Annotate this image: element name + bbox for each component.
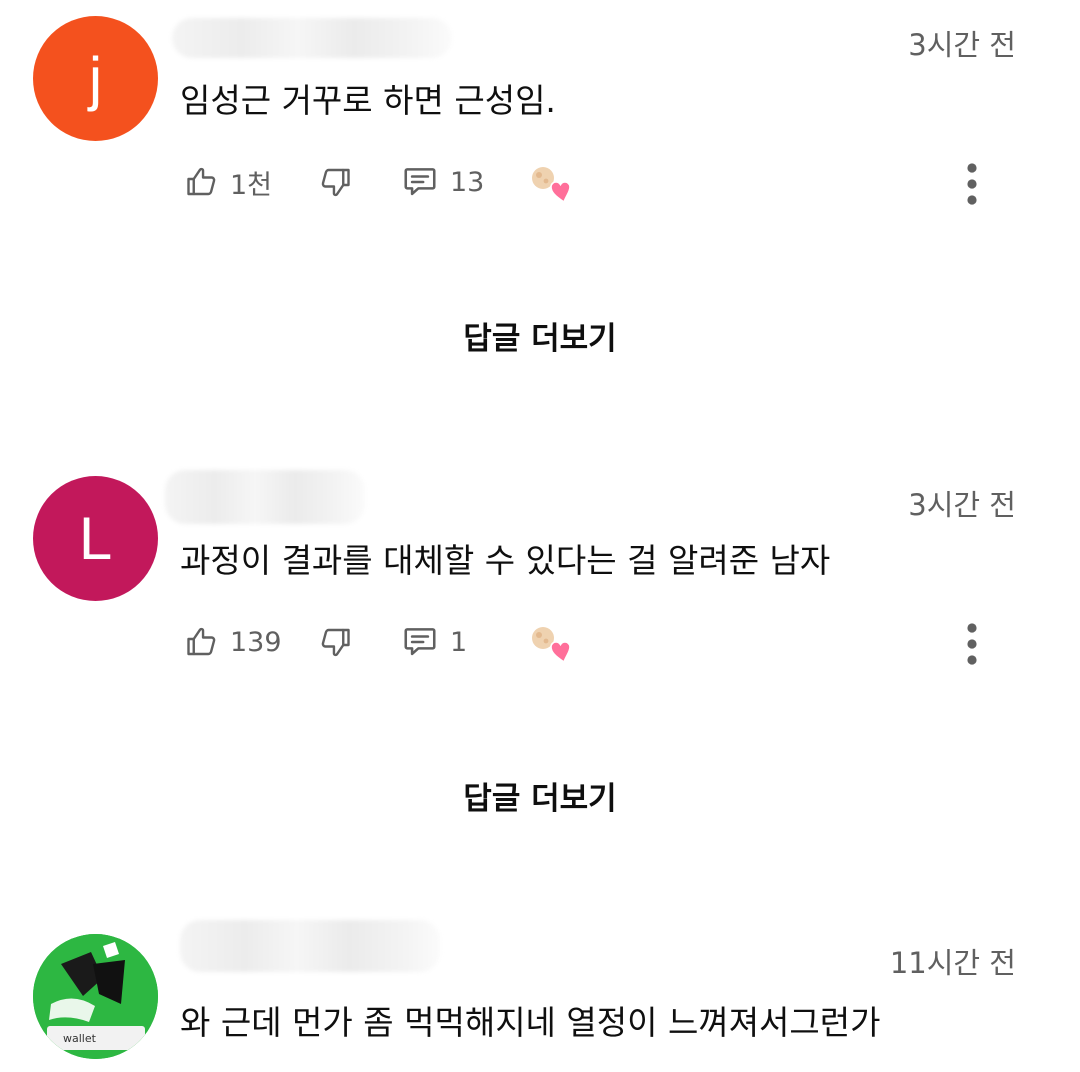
reply-count: 13: [450, 166, 485, 198]
svg-text:wallet: wallet: [63, 1032, 97, 1045]
thumbs-down-icon: [321, 168, 350, 197]
timestamp: 3시간 전: [908, 28, 1016, 62]
avatar[interactable]: wallet: [33, 934, 158, 1059]
creator-heart-icon: [532, 627, 571, 664]
reply-button[interactable]: 1: [400, 620, 467, 664]
comment-text: 와 근데 먼가 좀 먹먹해지네 열정이 느껴져서그런가: [180, 1003, 881, 1042]
timestamp: 11시간 전: [889, 946, 1016, 980]
more-vertical-icon: [967, 163, 977, 205]
comments-screen: j 3시간 전 임성근 거꾸로 하면 근성임. 1천 13 답글 더보기 L 3…: [0, 0, 1080, 1072]
comment-text: 임성근 거꾸로 하면 근성임.: [180, 81, 556, 120]
thumbs-down-icon: [321, 628, 350, 657]
more-replies-button[interactable]: 답글 더보기: [0, 773, 1080, 818]
comment-actions: 139 1: [180, 620, 1040, 666]
creator-heart: [526, 162, 580, 206]
dislike-button[interactable]: [317, 620, 353, 664]
more-options-button[interactable]: [964, 622, 980, 666]
more-replies-button[interactable]: 답글 더보기: [0, 313, 1080, 358]
like-count: 1천: [230, 169, 273, 201]
thumbs-up-icon: [187, 167, 216, 196]
more-options-button[interactable]: [964, 162, 980, 206]
username-blurred[interactable]: [180, 920, 440, 972]
reply-button[interactable]: 13: [400, 160, 484, 204]
username-blurred[interactable]: [172, 18, 452, 58]
like-count: 139: [230, 626, 282, 658]
comment-icon: [404, 628, 436, 656]
timestamp: 3시간 전: [908, 488, 1016, 522]
creator-heart-icon: [532, 167, 571, 204]
comment-icon: [404, 168, 436, 196]
avatar[interactable]: L: [33, 476, 158, 601]
creator-heart: [526, 622, 580, 666]
thumbs-up-icon: [187, 627, 216, 656]
dislike-button[interactable]: [317, 160, 353, 204]
like-button[interactable]: 1천: [184, 160, 272, 204]
comment-text: 과정이 결과를 대체할 수 있다는 걸 알려준 남자: [180, 541, 831, 580]
avatar[interactable]: j: [33, 16, 158, 141]
reply-count: 1: [450, 626, 468, 658]
like-button[interactable]: 139: [184, 620, 282, 664]
username-blurred[interactable]: [165, 470, 365, 524]
more-vertical-icon: [967, 623, 977, 665]
avatar-image: wallet: [33, 934, 158, 1059]
comment-actions: 1천 13: [180, 160, 1040, 206]
